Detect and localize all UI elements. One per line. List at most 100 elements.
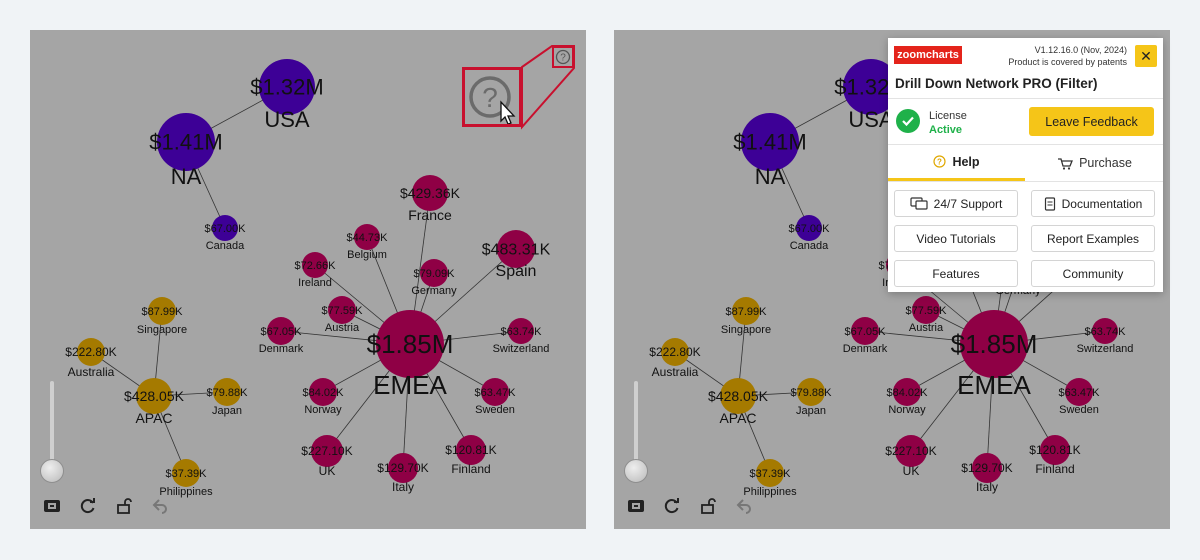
documentation-button[interactable]: Documentation [1031, 190, 1155, 217]
node-emea[interactable]: $1.85M EMEA [951, 310, 1038, 400]
refresh-icon[interactable] [660, 494, 684, 518]
node-finland[interactable]: $120.81K Finland [1029, 435, 1081, 476]
node-austria[interactable]: $77.59K Austria [322, 296, 364, 334]
report-examples-label: Report Examples [1046, 231, 1140, 246]
node-label: UK [319, 464, 336, 478]
node-value: $37.39K [750, 468, 792, 480]
node-label: Belgium [347, 249, 387, 261]
node-value: $79.88K [207, 387, 249, 399]
community-button[interactable]: Community [1031, 260, 1155, 287]
node-value: $120.81K [1029, 443, 1080, 457]
fit-to-screen-icon[interactable] [40, 494, 64, 518]
help-button[interactable]: ? [552, 46, 574, 68]
back-icon[interactable] [148, 494, 172, 518]
node-philippines[interactable]: $37.39KPhilippines [159, 459, 213, 498]
node-value: $120.81K [445, 443, 496, 457]
chart-toolbar [40, 494, 172, 518]
unlock-icon[interactable] [112, 494, 136, 518]
node-italy[interactable]: $129.70K Italy [961, 453, 1013, 494]
node-apac[interactable]: $428.05K APAC [124, 378, 185, 426]
node-canada[interactable]: $67.00K Canada [205, 215, 247, 252]
node-uk[interactable]: $227.10K UK [885, 435, 937, 478]
node-france[interactable]: $429.36K France [400, 175, 461, 223]
node-label: APAC [135, 410, 172, 426]
node-emea[interactable]: $1.85M EMEA [367, 310, 454, 400]
community-label: Community [1062, 266, 1124, 281]
node-finland[interactable]: $120.81K Finland [445, 435, 497, 476]
node-singapore[interactable]: $87.99K Singapore [137, 297, 187, 336]
zoom-slider-handle[interactable] [624, 459, 648, 483]
node-value: $129.70K [377, 461, 428, 475]
node-philippines[interactable]: $37.39KPhilippines [743, 459, 797, 498]
node-denmark[interactable]: $67.05K Denmark [843, 317, 888, 355]
fit-to-screen-icon[interactable] [624, 494, 648, 518]
node-label: Italy [976, 480, 998, 494]
node-australia[interactable]: $222.80K Australia [649, 338, 701, 379]
node-label: Denmark [259, 343, 304, 355]
node-belgium[interactable]: $44.73K Belgium [347, 224, 389, 261]
node-label: Australia [652, 365, 699, 379]
node-value: $63.47K [475, 387, 517, 399]
node-canada[interactable]: $67.00K Canada [789, 215, 831, 252]
node-label: Singapore [721, 324, 771, 336]
leave-feedback-button[interactable]: Leave Feedback [1029, 107, 1154, 136]
node-value: $1.41M [733, 130, 806, 155]
node-value: $63.74K [1085, 326, 1127, 338]
refresh-icon[interactable] [76, 494, 100, 518]
node-label: Canada [790, 240, 829, 252]
divider [888, 181, 1163, 182]
node-uk[interactable]: $227.10K UK [301, 435, 353, 478]
support-label: 24/7 Support [933, 196, 1003, 211]
node-na[interactable]: $1.41M NA [149, 113, 223, 189]
node-label: Japan [796, 405, 826, 417]
node-label: Ireland [298, 277, 332, 289]
chart-toolbar [624, 494, 756, 518]
document-icon [1044, 196, 1055, 211]
node-label: UK [903, 464, 920, 478]
question-circle-icon: ? [469, 76, 516, 124]
node-singapore[interactable]: $87.99K Singapore [721, 297, 771, 336]
node-germany[interactable]: $79.09K Germany [411, 259, 457, 297]
zoom-slider-handle[interactable] [40, 459, 64, 483]
node-label: France [408, 207, 452, 223]
chat-icon [910, 196, 928, 210]
node-value: $1.85M [367, 329, 454, 359]
node-usa[interactable]: $1.32M USA [250, 59, 324, 132]
node-spain[interactable]: $483.31K Spain [482, 230, 551, 280]
back-icon[interactable] [732, 494, 756, 518]
node-value: $222.80K [65, 345, 116, 359]
tab-purchase[interactable]: Purchase [1026, 145, 1163, 181]
node-value: $72.66K [295, 260, 337, 272]
node-switzerland[interactable]: $63.74K Switzerland [1077, 318, 1134, 355]
node-label: APAC [719, 410, 756, 426]
node-ireland[interactable]: $72.66K Ireland [295, 252, 337, 289]
node-label: Japan [212, 405, 242, 417]
node-japan[interactable]: $79.88K Japan [207, 378, 249, 417]
node-switzerland[interactable]: $63.74K Switzerland [493, 318, 550, 355]
node-australia[interactable]: $222.80K Australia [65, 338, 117, 379]
report-examples-button[interactable]: Report Examples [1031, 225, 1155, 252]
zoom-slider-track[interactable] [50, 381, 54, 471]
svg-text:?: ? [482, 82, 498, 113]
unlock-icon[interactable] [696, 494, 720, 518]
node-value: $77.59K [322, 305, 364, 317]
node-japan[interactable]: $79.88K Japan [791, 378, 833, 417]
zoom-slider-track[interactable] [634, 381, 638, 471]
node-austria[interactable]: $77.59K Austria [906, 296, 948, 334]
node-denmark[interactable]: $67.05K Denmark [259, 317, 304, 355]
node-na[interactable]: $1.41M NA [733, 113, 807, 189]
node-value: $44.73K [347, 232, 389, 244]
close-button[interactable]: ✕ [1135, 45, 1157, 67]
node-value: $222.80K [649, 345, 700, 359]
support-button[interactable]: 24/7 Support [894, 190, 1018, 217]
network-chart-panel[interactable]: $1.32M USA $1.41M NA $67.00K Canada $429.36K Fr… [30, 30, 586, 529]
node-value: $87.99K [142, 306, 184, 318]
node-italy[interactable]: $129.70K Italy [377, 453, 429, 494]
node-value: $77.59K [906, 305, 948, 317]
features-button[interactable]: Features [894, 260, 1018, 287]
node-apac[interactable]: $428.05K APAC [708, 378, 769, 426]
video-tutorials-button[interactable]: Video Tutorials [894, 225, 1018, 252]
node-value: $84.02K [303, 387, 345, 399]
tab-help[interactable]: ? Help [888, 145, 1025, 181]
node-label: Singapore [137, 324, 187, 336]
